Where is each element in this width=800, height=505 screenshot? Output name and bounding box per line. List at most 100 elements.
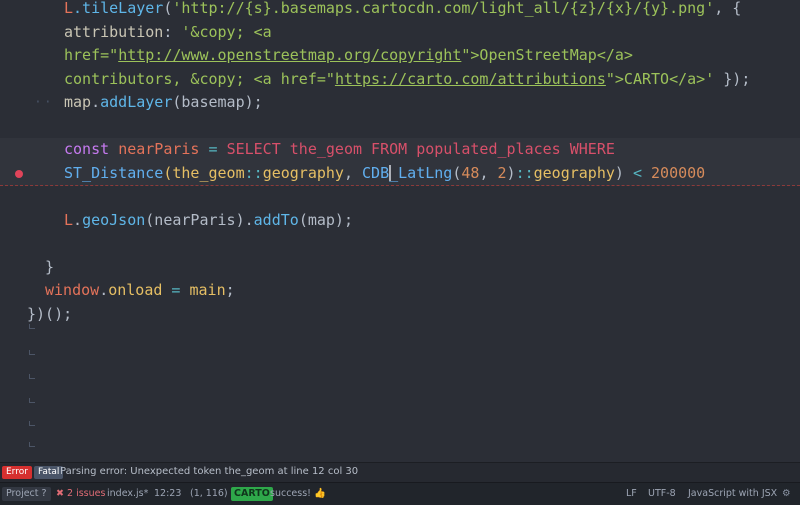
code-line[interactable]: ST_Distance(the_geom::geography, CDB_Lat… xyxy=(0,161,800,186)
code-line[interactable]: } xyxy=(0,256,800,280)
code-text: L.tileLayer('http://{s}.basemaps.cartocd… xyxy=(64,0,741,21)
code-token: } xyxy=(45,257,55,276)
code-token: 200000 xyxy=(651,163,706,182)
fold-marker-icon[interactable] xyxy=(29,421,35,426)
code-line[interactable]: L.tileLayer('http://{s}.basemaps.cartocd… xyxy=(0,0,800,21)
settings-gear-icon[interactable]: ⚙ xyxy=(782,487,791,501)
code-token: https://carto.com/attributions xyxy=(334,69,606,88)
code-token: SELECT the_geom FROM populated_places WH… xyxy=(226,140,615,158)
code-line[interactable]: href="http://www.openstreetmap.org/copyr… xyxy=(0,44,800,68)
x-circle-icon: ✖ xyxy=(56,488,64,499)
code-token: nearParis xyxy=(118,140,200,158)
code-token: ">OpenStreetMap</a> xyxy=(461,46,633,64)
file-encoding[interactable]: UTF-8 xyxy=(648,487,676,501)
text-cursor xyxy=(389,164,391,181)
code-line[interactable]: ·· map.addLayer(basemap); xyxy=(0,91,800,115)
linter-message[interactable]: Parsing error: Unexpected token the_geom… xyxy=(60,466,358,477)
code-text: } xyxy=(45,256,54,280)
code-token: http://www.openstreetmap.org/copyright xyxy=(118,46,462,64)
code-token: ST_Distance xyxy=(64,163,164,182)
thumbs-up-icon: 👍 xyxy=(314,488,326,499)
code-token: addLayer xyxy=(100,93,173,111)
fold-marker-icon[interactable] xyxy=(29,374,35,379)
code-token: 2 xyxy=(497,163,507,182)
code-line[interactable]: attribution: '&copy; <a xyxy=(0,21,800,45)
code-token: geography xyxy=(262,163,344,182)
code-token: main xyxy=(189,281,226,299)
project-help: ? xyxy=(41,488,47,499)
code-token: ) xyxy=(506,163,516,182)
project-label: Project xyxy=(6,488,39,499)
code-token: , xyxy=(479,163,498,182)
status-bar: Project ? ✖ 2 issues index.js* 12:23 (1,… xyxy=(0,482,800,505)
code-token: geography xyxy=(533,163,615,182)
code-line[interactable] xyxy=(0,185,800,209)
code-token: . xyxy=(73,210,83,229)
fold-marker-icon[interactable] xyxy=(29,324,35,329)
code-token: : xyxy=(163,22,182,41)
code-text: map.addLayer(basemap); xyxy=(64,91,263,115)
code-token: map xyxy=(64,93,92,111)
code-token: = xyxy=(162,281,190,299)
issues-indicator[interactable]: ✖ 2 issues xyxy=(56,487,105,501)
indent-guide: ·· xyxy=(34,95,54,110)
code-text: const nearParis = SELECT the_geom FROM p… xyxy=(64,138,615,162)
code-text: L.geoJson(nearParis).addTo(map); xyxy=(64,209,353,233)
code-token: L xyxy=(64,210,74,229)
code-token: '&copy; <a xyxy=(181,22,272,41)
code-token: })(); xyxy=(27,304,73,323)
code-token: = xyxy=(199,140,227,158)
code-token: href=" xyxy=(64,46,119,64)
code-token: (nearParis). xyxy=(145,210,254,229)
code-token: ">CARTO</a>' xyxy=(605,69,715,88)
code-text: window.onload = main; xyxy=(45,279,235,303)
code-line[interactable]: })(); xyxy=(0,303,800,327)
code-token: window xyxy=(45,281,100,299)
code-line[interactable]: contributors, &copy; <a href="https://ca… xyxy=(0,68,800,92)
code-token: CDB_LatLng xyxy=(362,163,453,182)
code-line[interactable]: window.onload = main; xyxy=(0,279,800,303)
code-line[interactable]: L.geoJson(nearParis).addTo(map); xyxy=(0,209,800,233)
error-marker-icon[interactable] xyxy=(15,169,23,178)
carto-status-text: success! xyxy=(270,488,311,499)
code-token: . xyxy=(99,281,109,299)
code-token: 48 xyxy=(461,163,480,182)
code-line[interactable] xyxy=(0,115,800,139)
linter-panel: Error Fatal Parsing error: Unexpected to… xyxy=(0,462,800,483)
fold-marker-icon[interactable] xyxy=(29,350,35,355)
code-line[interactable] xyxy=(0,232,800,256)
error-badge[interactable]: Error xyxy=(2,466,32,479)
code-text: href="http://www.openstreetmap.org/copyr… xyxy=(64,44,633,68)
code-token: ; xyxy=(225,281,235,299)
file-name[interactable]: index.js* xyxy=(107,487,148,501)
code-token: :: xyxy=(244,163,263,182)
code-token: :: xyxy=(515,163,534,182)
code-token: , { xyxy=(714,0,742,17)
code-editor[interactable]: L.tileLayer('http://{s}.basemaps.cartocd… xyxy=(0,0,800,462)
code-token: (map); xyxy=(298,210,353,229)
code-token: addTo xyxy=(253,210,299,229)
carto-badge[interactable]: CARTO xyxy=(231,487,273,501)
code-token: (the_geom xyxy=(163,163,245,182)
code-token: onload xyxy=(108,281,163,299)
code-token: contributors, &copy; <a href=" xyxy=(64,69,335,88)
code-text: })(); xyxy=(27,303,72,327)
fold-marker-icon[interactable] xyxy=(29,398,35,403)
fatal-badge[interactable]: Fatal xyxy=(34,466,64,479)
code-text: ST_Distance(the_geom::geography, CDB_Lat… xyxy=(64,162,705,186)
fold-marker-icon[interactable] xyxy=(29,442,35,447)
code-text: contributors, &copy; <a href="https://ca… xyxy=(64,68,750,92)
cursor-position[interactable]: 12:23 xyxy=(154,487,181,501)
code-token: .tileLayer xyxy=(73,0,164,17)
code-token: < xyxy=(623,163,652,182)
code-token: }); xyxy=(714,69,751,88)
code-text: attribution: '&copy; <a xyxy=(64,21,272,45)
code-token: attribution xyxy=(64,22,164,41)
code-line[interactable]: const nearParis = SELECT the_geom FROM p… xyxy=(0,138,800,163)
line-ending[interactable]: LF xyxy=(626,487,637,501)
selection-count[interactable]: (1, 116) xyxy=(190,487,228,501)
project-button[interactable]: Project ? xyxy=(2,487,51,501)
grammar-selector[interactable]: JavaScript with JSX xyxy=(688,487,777,501)
code-token: L xyxy=(64,0,74,17)
code-token: 'http://{s}.basemaps.cartocdn.com/light_… xyxy=(172,0,715,17)
